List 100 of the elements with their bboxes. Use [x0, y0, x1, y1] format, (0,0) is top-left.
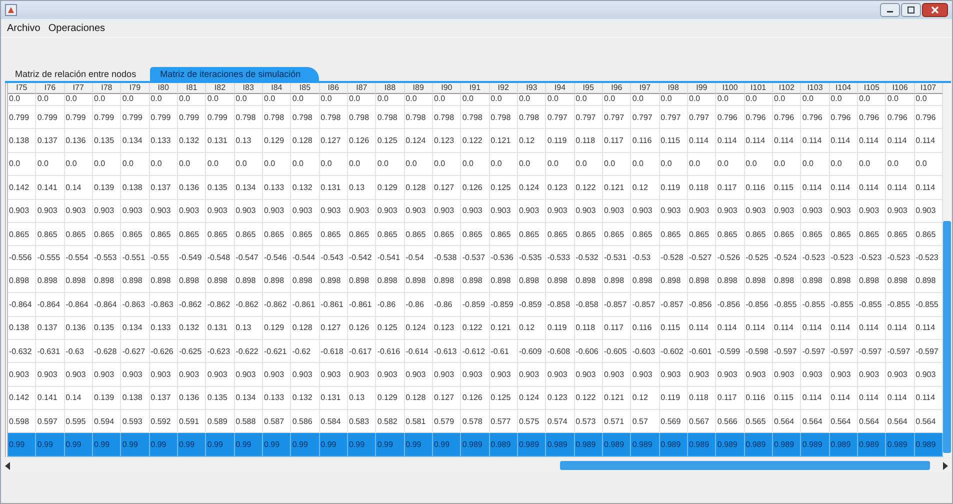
- table-row[interactable]: 0.865 0.865 0.865 0.865 0.865 0.865 0.865 0.865 0.865 0.865 0.865 0.865 0.865 0.865 0.865 0.865 0.865 0.865 0.865 0.865 0.865 0.865 0.865 0.865 0.865 0.865 0.865 0.865 0.865 0.865 0.865 0.865 0.865: [8, 222, 943, 246]
- minimize-button[interactable]: [880, 3, 900, 17]
- table-cell: -0.861: [320, 293, 348, 317]
- table-cell: 0.136: [178, 176, 206, 200]
- column-header[interactable]: I93: [518, 83, 546, 94]
- table-cell: 0.115: [660, 316, 688, 340]
- column-header[interactable]: I80: [150, 83, 178, 94]
- table-cell: 0.799: [150, 106, 178, 130]
- menu-item[interactable]: Operaciones: [48, 22, 106, 34]
- table-cell: 0.0: [858, 94, 886, 106]
- table-row[interactable]: 0.903 0.903 0.903 0.903 0.903 0.903 0.903 0.903 0.903 0.903 0.903 0.903 0.903 0.903 0.903 0.903 0.903 0.903 0.903 0.903 0.903 0.903 0.903 0.903 0.903 0.903 0.903 0.903 0.903 0.903 0.903 0.903 0.903: [8, 363, 943, 387]
- table-cell: 0.0: [263, 152, 292, 176]
- table-cell: -0.631: [36, 340, 65, 364]
- table-cell: 0.903: [518, 363, 546, 387]
- table-row[interactable]: 0.903 0.903 0.903 0.903 0.903 0.903 0.903 0.903 0.903 0.903 0.903 0.903 0.903 0.903 0.903 0.903 0.903 0.903 0.903 0.903 0.903 0.903 0.903 0.903 0.903 0.903 0.903 0.903 0.903 0.903 0.903 0.903 0.903: [8, 200, 943, 223]
- scroll-right-icon[interactable]: [942, 462, 948, 470]
- table-cell: 0.121: [490, 129, 518, 153]
- table-cell: 0.903: [8, 363, 36, 387]
- column-header[interactable]: I88: [376, 83, 405, 94]
- column-header[interactable]: I90: [433, 83, 462, 94]
- table-cell: 0.798: [490, 106, 518, 130]
- vertical-scrollbar[interactable]: [943, 83, 951, 457]
- table-cell: -0.556: [8, 246, 36, 270]
- table-row[interactable]: 0.142 0.141 0.14 0.139 0.138 0.137 0.136 0.135 0.134 0.133 0.132 0.131 0.13 0.129 0.128 0.127 0.126 0.125 0.124 0.123 0.122 0.121 0.12 0.119 0.118 0.117 0.116 0.115 0.114 0.114 0.114 0.114 0.114: [8, 386, 943, 410]
- table-cell: 0.903: [348, 200, 376, 223]
- table-cell: 0.0: [688, 152, 716, 176]
- column-header[interactable]: I91: [461, 83, 490, 94]
- table-cell: -0.855: [886, 293, 915, 317]
- table-cell: -0.597: [858, 340, 886, 364]
- column-header[interactable]: I82: [206, 83, 235, 94]
- column-header[interactable]: I81: [178, 83, 206, 94]
- scroll-thumb[interactable]: [560, 461, 930, 470]
- tab[interactable]: Matriz de relación entre nodos: [5, 67, 150, 81]
- column-header[interactable]: I85: [291, 83, 320, 94]
- table-cell: -0.551: [121, 246, 150, 270]
- column-header[interactable]: I92: [490, 83, 518, 94]
- table-cell: 0.131: [206, 129, 235, 153]
- table-cell: 0.127: [320, 129, 348, 153]
- table-row[interactable]: 0.898 0.898 0.898 0.898 0.898 0.898 0.898 0.898 0.898 0.898 0.898 0.898 0.898 0.898 0.898 0.898 0.898 0.898 0.898 0.898 0.898 0.898 0.898 0.898 0.898 0.898 0.898 0.898 0.898 0.898 0.898 0.898 0.898: [8, 270, 943, 294]
- close-button[interactable]: [922, 3, 948, 17]
- table-cell: -0.859: [518, 293, 546, 317]
- table-row[interactable]: 0.0 0.0 0.0 0.0 0.0 0.0 0.0 0.0 0.0 0.0 0.0 0.0 0.0 0.0 0.0 0.0 0.0 0.0 0.0 0.0 0.0 0.0 0.0 0.0 0.0 0.0 0.0 0.0 0.0 0.0 0.0 0.0 0.0: [8, 94, 943, 106]
- column-header[interactable]: I104: [830, 83, 858, 94]
- table-cell: 0.903: [64, 363, 93, 387]
- table-cell: -0.546: [263, 246, 292, 270]
- column-header[interactable]: I103: [801, 83, 830, 94]
- table-cell: -0.621: [263, 340, 292, 364]
- table-cell: 0.12: [518, 129, 546, 153]
- column-header[interactable]: I76: [36, 83, 65, 94]
- column-header[interactable]: I105: [858, 83, 886, 94]
- column-header[interactable]: I86: [320, 83, 348, 94]
- column-header[interactable]: I101: [744, 83, 773, 94]
- table-cell: 0.0: [64, 152, 93, 176]
- column-header[interactable]: I100: [716, 83, 745, 94]
- table-cell: 0.0: [574, 152, 603, 176]
- column-header[interactable]: I99: [688, 83, 716, 94]
- table-cell: 0.989: [886, 433, 915, 457]
- column-header[interactable]: I107: [914, 83, 943, 94]
- menu-item[interactable]: Archivo: [7, 22, 40, 34]
- table-row[interactable]: 0.99 0.99 0.99 0.99 0.99 0.99 0.99 0.99 0.99 0.99 0.99 0.99 0.99 0.99 0.99 0.99 0.989 0.989 0.989 0.989 0.989 0.989 0.989 0.989 0.989 0.989 0.989 0.989 0.989 0.989 0.989 0.989 0.989: [8, 433, 943, 457]
- table-row[interactable]: 0.799 0.799 0.799 0.799 0.799 0.799 0.799 0.799 0.798 0.798 0.798 0.798 0.798 0.798 0.798 0.798 0.798 0.798 0.798 0.797 0.797 0.797 0.797 0.797 0.797 0.796 0.796 0.796 0.796 0.796 0.796 0.796 0.796: [8, 106, 943, 130]
- table-cell: 0.865: [150, 222, 178, 246]
- column-header[interactable]: I97: [631, 83, 660, 94]
- column-header[interactable]: I77: [64, 83, 93, 94]
- column-header[interactable]: I106: [886, 83, 915, 94]
- table-cell: 0.117: [716, 386, 745, 410]
- column-header[interactable]: I94: [546, 83, 575, 94]
- tab[interactable]: Matriz de iteraciones de simulación: [150, 67, 319, 81]
- column-header[interactable]: I98: [660, 83, 688, 94]
- column-header[interactable]: I102: [773, 83, 802, 94]
- table-cell: 0.898: [206, 270, 235, 294]
- table-row[interactable]: 0.138 0.137 0.136 0.135 0.134 0.133 0.132 0.131 0.13 0.129 0.128 0.127 0.126 0.125 0.124 0.123 0.122 0.121 0.12 0.119 0.118 0.117 0.116 0.115 0.114 0.114 0.114 0.114 0.114 0.114 0.114 0.114 0.114: [8, 129, 943, 153]
- table-row[interactable]: 0.0 0.0 0.0 0.0 0.0 0.0 0.0 0.0 0.0 0.0 0.0 0.0 0.0 0.0 0.0 0.0 0.0 0.0 0.0 0.0 0.0 0.0 0.0 0.0 0.0 0.0 0.0 0.0 0.0 0.0 0.0 0.0 0.0: [8, 152, 943, 176]
- column-header[interactable]: I95: [574, 83, 603, 94]
- column-header[interactable]: I87: [348, 83, 376, 94]
- table-cell: 0.119: [660, 176, 688, 200]
- column-header[interactable]: I78: [93, 83, 122, 94]
- table-cell: 0.903: [688, 200, 716, 223]
- table-cell: 0.136: [178, 386, 206, 410]
- maximize-button[interactable]: [901, 3, 921, 17]
- scroll-thumb[interactable]: [943, 220, 951, 453]
- table-cell: 0.0: [178, 152, 206, 176]
- scroll-left-icon[interactable]: [5, 462, 11, 470]
- column-header[interactable]: I75: [8, 83, 36, 94]
- column-header[interactable]: I89: [404, 83, 433, 94]
- table-cell: 0.796: [858, 106, 886, 130]
- column-header[interactable]: I83: [234, 83, 263, 94]
- column-header[interactable]: I96: [603, 83, 632, 94]
- table-cell: -0.601: [688, 340, 716, 364]
- table-cell: 0.903: [64, 200, 93, 223]
- table-row[interactable]: 0.142 0.141 0.14 0.139 0.138 0.137 0.136 0.135 0.134 0.133 0.132 0.131 0.13 0.129 0.128 0.127 0.126 0.125 0.124 0.123 0.122 0.121 0.12 0.119 0.118 0.117 0.116 0.115 0.114 0.114 0.114 0.114 0.114: [8, 176, 943, 200]
- table-cell: -0.855: [773, 293, 802, 317]
- table-row[interactable]: 0.138 0.137 0.136 0.135 0.134 0.133 0.132 0.131 0.13 0.129 0.128 0.127 0.126 0.125 0.124 0.123 0.122 0.121 0.12 0.119 0.118 0.117 0.116 0.115 0.114 0.114 0.114 0.114 0.114 0.114 0.114 0.114 0.114: [8, 316, 943, 340]
- table-cell: 0.796: [830, 106, 858, 130]
- table-cell: 0.129: [263, 129, 292, 153]
- table-cell: 0.131: [320, 176, 348, 200]
- table-cell: 0.99: [206, 433, 235, 457]
- table-cell: 0.0: [93, 94, 122, 106]
- column-header[interactable]: I84: [263, 83, 292, 94]
- column-header[interactable]: I79: [121, 83, 150, 94]
